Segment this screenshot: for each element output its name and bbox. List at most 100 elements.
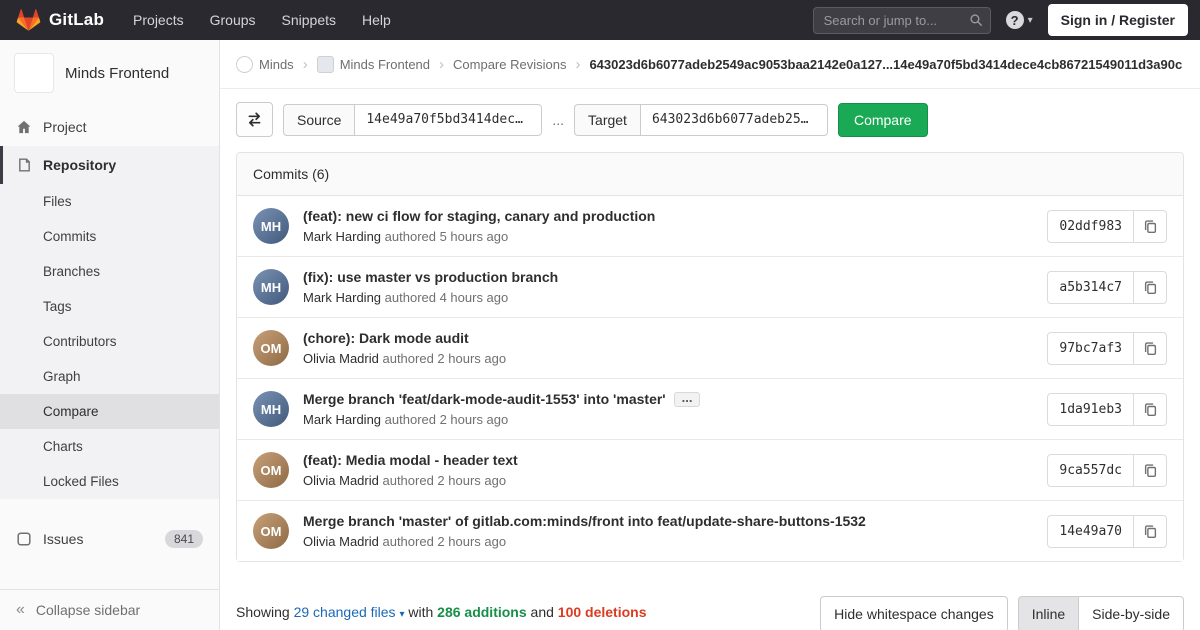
avatar[interactable]: OM — [253, 330, 289, 366]
nav-link-snippets[interactable]: Snippets — [282, 12, 336, 28]
commit-author-link[interactable]: Mark Harding — [303, 290, 381, 305]
source-ref-input[interactable] — [354, 104, 542, 136]
collapse-label: Collapse sidebar — [36, 602, 140, 618]
commit-meta: Olivia Madrid authored 2 hours ago — [303, 473, 1035, 488]
showing-label: Showing — [236, 604, 290, 620]
breadcrumb-current-sha-range: 643023d6b6077adeb2549ac9053baa2142e0a127… — [589, 57, 1182, 72]
commit-title-link[interactable]: Merge branch 'master' of gitlab.com:mind… — [303, 513, 866, 529]
document-icon — [16, 157, 32, 173]
sidebar-item-label: Repository — [43, 157, 116, 173]
avatar[interactable]: MH — [253, 208, 289, 244]
copy-icon — [1143, 341, 1158, 356]
help-menu[interactable]: ? ▾ — [1006, 11, 1033, 29]
commit-sha[interactable]: 9ca557dc — [1047, 454, 1134, 487]
sign-in-register-button[interactable]: Sign in / Register — [1048, 4, 1188, 36]
copy-icon — [1143, 402, 1158, 417]
collapse-sidebar-button[interactable]: « Collapse sidebar — [0, 589, 219, 630]
commit-title-link[interactable]: Merge branch 'feat/dark-mode-audit-1553'… — [303, 391, 666, 407]
commit-authored-time: authored 2 hours ago — [385, 412, 509, 427]
changed-files-label: 29 changed files — [294, 604, 396, 620]
diff-stats-bar: Showing 29 changed files ▾ with 286 addi… — [236, 596, 1184, 630]
nav-link-help[interactable]: Help — [362, 12, 391, 28]
chevron-right-icon: › — [303, 56, 308, 73]
commit-sha[interactable]: 1da91eb3 — [1047, 393, 1134, 426]
avatar[interactable]: MH — [253, 391, 289, 427]
double-chevron-left-icon: « — [16, 602, 25, 618]
commit-row: OM (chore): Dark mode audit Olivia Madri… — [237, 317, 1183, 378]
commits-panel: Commits (6) MH (feat): new ci flow for s… — [236, 152, 1184, 562]
sidebar-item-repository[interactable]: Repository — [0, 146, 219, 184]
diff-stats-summary: Showing 29 changed files ▾ with 286 addi… — [236, 596, 646, 620]
commit-sha[interactable]: a5b314c7 — [1047, 271, 1134, 304]
commit-author-link[interactable]: Mark Harding — [303, 412, 381, 427]
inline-view-button[interactable]: Inline — [1018, 596, 1079, 630]
brand-text: GitLab — [49, 10, 104, 30]
sidebar-item-tags[interactable]: Tags — [0, 289, 219, 324]
commit-sha[interactable]: 97bc7af3 — [1047, 332, 1134, 365]
sidebar-item-charts[interactable]: Charts — [0, 429, 219, 464]
swap-revisions-button[interactable] — [236, 102, 273, 137]
commit-sha[interactable]: 02ddf983 — [1047, 210, 1134, 243]
additions-count: 286 additions — [437, 604, 526, 620]
commit-meta: Mark Harding authored 2 hours ago — [303, 412, 1035, 427]
commit-sha[interactable]: 14e49a70 — [1047, 515, 1134, 548]
commit-author-link[interactable]: Mark Harding — [303, 229, 381, 244]
sidebar-item-project[interactable]: Project — [0, 108, 219, 146]
breadcrumb-compare-revisions[interactable]: Compare Revisions — [453, 57, 566, 72]
commit-author-link[interactable]: Olivia Madrid — [303, 473, 379, 488]
deletions-count: 100 deletions — [558, 604, 647, 620]
nav-link-projects[interactable]: Projects — [133, 12, 184, 28]
commit-row: MH (fix): use master vs production branc… — [237, 256, 1183, 317]
repository-section: Repository Files Commits Branches Tags C… — [0, 146, 219, 499]
commit-title-link[interactable]: (chore): Dark mode audit — [303, 330, 469, 346]
commit-title-link[interactable]: (fix): use master vs production branch — [303, 269, 558, 285]
commit-author-link[interactable]: Olivia Madrid — [303, 534, 379, 549]
breadcrumb-minds-label: Minds — [259, 57, 294, 72]
source-label: Source — [283, 104, 354, 136]
gitlab-brand[interactable]: GitLab — [16, 8, 104, 32]
sidebar-item-commits[interactable]: Commits — [0, 219, 219, 254]
copy-sha-button[interactable] — [1134, 271, 1167, 304]
avatar[interactable]: OM — [253, 513, 289, 549]
changed-files-dropdown[interactable]: 29 changed files ▾ — [294, 604, 405, 620]
commit-title-link[interactable]: (feat): Media modal - header text — [303, 452, 518, 468]
nav-link-groups[interactable]: Groups — [210, 12, 256, 28]
sidebar-item-locked-files[interactable]: Locked Files — [0, 464, 219, 499]
commit-title-link[interactable]: (feat): new ci flow for staging, canary … — [303, 208, 655, 224]
copy-sha-button[interactable] — [1134, 332, 1167, 365]
target-ref-group: Target — [574, 104, 828, 136]
project-context-header[interactable]: Minds Frontend — [0, 40, 219, 108]
breadcrumb-minds[interactable]: Minds — [236, 56, 294, 73]
breadcrumb-project[interactable]: Minds Frontend — [317, 56, 430, 73]
gitlab-tanuki-icon — [16, 8, 41, 32]
main-content: Minds › Minds Frontend › Compare Revisio… — [220, 40, 1200, 630]
search-input[interactable] — [813, 7, 991, 34]
sidebar-item-files[interactable]: Files — [0, 184, 219, 219]
hide-whitespace-button[interactable]: Hide whitespace changes — [820, 596, 1008, 630]
copy-sha-button[interactable] — [1134, 454, 1167, 487]
target-ref-input[interactable] — [640, 104, 828, 136]
copy-sha-button[interactable] — [1134, 210, 1167, 243]
sidebar-item-label: Issues — [43, 531, 83, 547]
copy-icon — [1143, 219, 1158, 234]
commit-sha-group: a5b314c7 — [1047, 271, 1167, 304]
sidebar-item-issues[interactable]: Issues 841 — [0, 519, 219, 559]
copy-sha-button[interactable] — [1134, 515, 1167, 548]
copy-sha-button[interactable] — [1134, 393, 1167, 426]
sidebar-item-branches[interactable]: Branches — [0, 254, 219, 289]
issues-count-badge: 841 — [165, 530, 203, 548]
breadcrumb-project-label: Minds Frontend — [340, 57, 430, 72]
commit-author-link[interactable]: Olivia Madrid — [303, 351, 379, 366]
commit-description-expander[interactable]: ... — [674, 392, 701, 407]
source-ref-group: Source — [283, 104, 542, 136]
sidebar-item-compare[interactable]: Compare — [0, 394, 219, 429]
ref-separator: ... — [552, 112, 564, 128]
sidebar-item-contributors[interactable]: Contributors — [0, 324, 219, 359]
avatar[interactable]: MH — [253, 269, 289, 305]
avatar[interactable]: OM — [253, 452, 289, 488]
home-icon — [16, 119, 32, 135]
minds-group-avatar — [236, 56, 253, 73]
compare-button[interactable]: Compare — [838, 103, 928, 137]
sidebar-item-graph[interactable]: Graph — [0, 359, 219, 394]
side-by-side-view-button[interactable]: Side-by-side — [1079, 596, 1184, 630]
